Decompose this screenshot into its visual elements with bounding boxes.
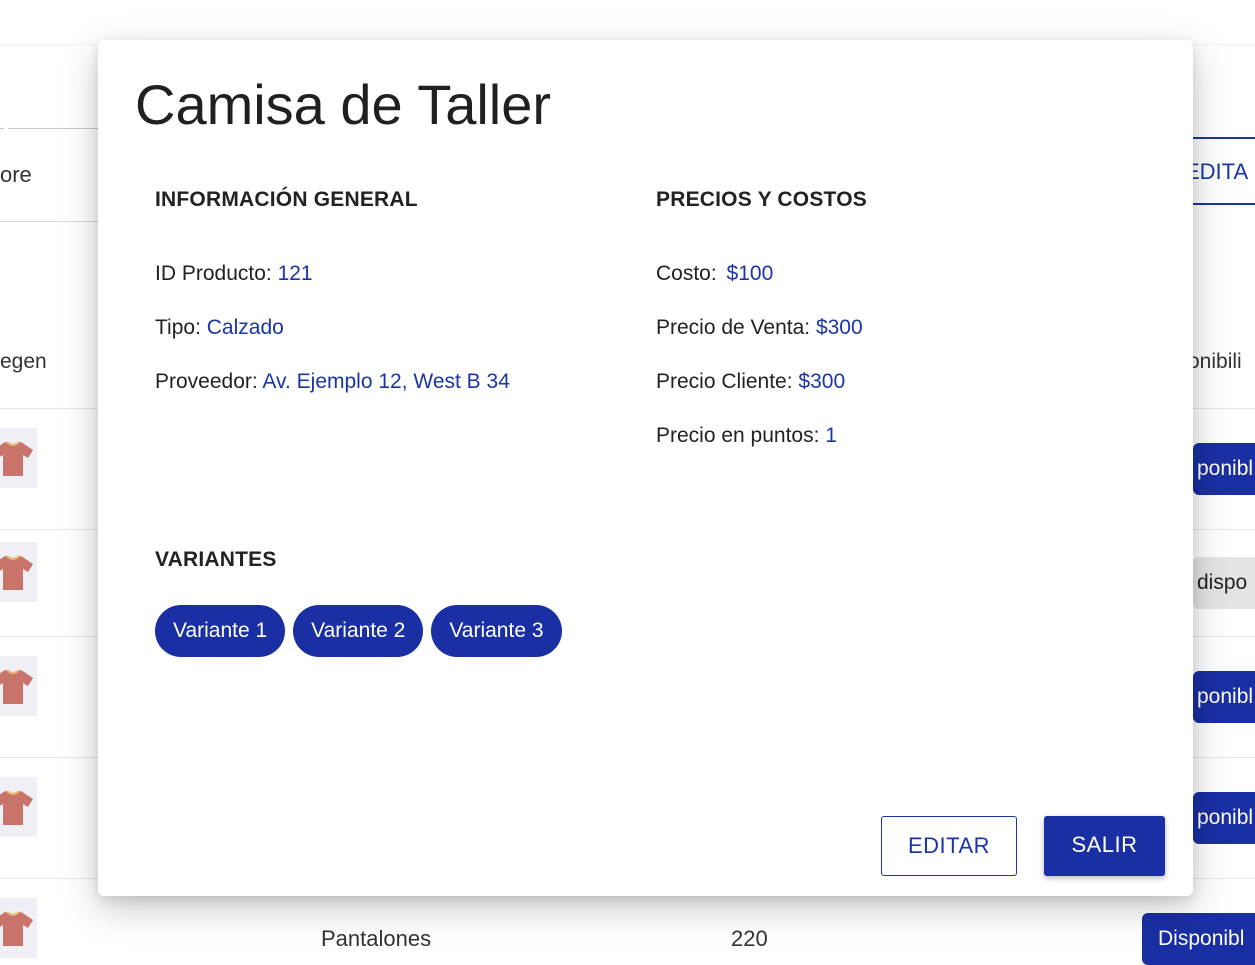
field-label: ID Producto: [155,262,272,285]
tshirt-icon [0,777,37,837]
sale-price-field: Precio de Venta: $300 [656,316,863,340]
product-id-field: ID Producto: 121 [155,262,313,286]
column-header-availability: onibili [1188,350,1242,373]
tshirt-icon [0,656,37,716]
field-label: Precio Cliente: [656,370,793,393]
sale-price-value: $300 [815,316,863,339]
dialog-title: Camisa de Taller [135,73,552,136]
cost-field: Costo: $100 [656,262,773,286]
variant-chip[interactable]: Variante 2 [293,605,424,657]
variant-chip-list: Variante 1 Variante 2 Variante 3 [155,605,562,657]
search-field-outline [0,128,4,129]
cost-value: $100 [726,262,774,285]
client-price-field: Precio Cliente: $300 [656,370,845,394]
availability-badge[interactable]: ponibl [1193,792,1255,844]
client-price-value: $300 [798,370,846,393]
product-type-value: Calzado [206,316,284,339]
availability-badge[interactable]: Disponibl [1142,913,1255,965]
field-label: Proveedor: [155,370,258,393]
prices-heading: PRECIOS Y COSTOS [656,188,867,211]
table-cell-category: Pantalones [321,926,432,951]
supplier-value: Av. Ejemplo 12, West B 34 [262,370,510,393]
points-price-value: 1 [825,424,837,447]
variant-chip[interactable]: Variante 3 [431,605,562,657]
general-info-heading: INFORMACIÓN GENERAL [155,188,418,211]
search-field-underline [0,221,100,222]
variant-chip[interactable]: Variante 1 [155,605,286,657]
variants-heading: VARIANTES [155,548,277,571]
availability-badge[interactable]: dispo [1193,557,1255,609]
tshirt-icon [0,542,37,602]
supplier-field: Proveedor: Av. Ejemplo 12, West B 34 [155,370,510,394]
field-label: Precio de Venta: [656,316,811,339]
field-label: Precio en puntos: [656,424,820,447]
availability-badge[interactable]: ponibl [1193,671,1255,723]
product-type-field: Tipo: Calzado [155,316,284,340]
search-input[interactable]: ore [0,162,32,188]
exit-button[interactable]: SALIR [1044,816,1165,876]
product-detail-dialog: Camisa de Taller INFORMACIÓN GENERAL ID … [98,40,1193,896]
search-field-outline [8,128,98,129]
product-id-value: 121 [277,262,313,285]
points-price-field: Precio en puntos: 1 [656,424,837,448]
column-header-image: egen [0,350,47,373]
tshirt-icon [0,898,37,958]
field-label: Costo: [656,262,717,285]
availability-badge[interactable]: ponibl [1193,443,1255,495]
table-cell-quantity: 220 [731,926,768,951]
edit-button[interactable]: EDITAR [881,816,1017,876]
field-label: Tipo: [155,316,201,339]
tshirt-icon [0,428,37,488]
